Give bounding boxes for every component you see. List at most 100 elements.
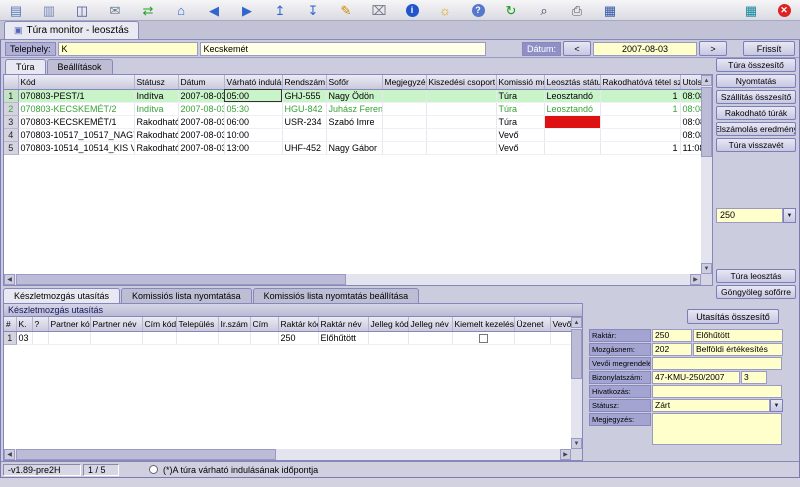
cell[interactable]: 1 (600, 89, 680, 102)
edit-icon[interactable]: ✎ (336, 2, 356, 19)
column-header[interactable]: K. (16, 317, 32, 331)
home-icon[interactable]: ⌂ (171, 2, 191, 19)
column-header[interactable]: # (4, 317, 16, 331)
cell[interactable] (426, 128, 496, 141)
column-header[interactable]: Partner név (90, 317, 142, 331)
column-header[interactable]: Kód (18, 75, 134, 89)
side-button-túra-visszavét[interactable]: Túra visszavét (716, 138, 796, 152)
cell[interactable]: Indítva (134, 102, 178, 115)
cell[interactable]: Vevő (496, 128, 544, 141)
checkbox[interactable] (479, 334, 488, 343)
column-header[interactable]: Leosztás státusz (544, 75, 600, 89)
scroll-up-icon[interactable]: ▲ (571, 317, 582, 328)
back-icon[interactable]: ◀ (204, 2, 224, 19)
detail-field[interactable]: 250 (652, 329, 692, 342)
info-icon[interactable]: i (402, 2, 422, 19)
table-icon[interactable]: ▦ (741, 2, 761, 19)
column-header[interactable]: Üzenet (514, 317, 550, 331)
cell[interactable]: Szabó Imre (326, 115, 382, 128)
detail-field[interactable] (652, 385, 782, 398)
hscroll-thumb[interactable] (16, 449, 276, 460)
telephely-name-input[interactable]: Kecskemét (200, 42, 486, 56)
column-header[interactable]: Partner kód (48, 317, 90, 331)
cell[interactable] (90, 331, 142, 344)
cell[interactable]: Rakodható (134, 128, 178, 141)
transfer-icon[interactable]: ⇄ (138, 2, 158, 19)
cell[interactable]: 070803-KECSKEMÉT/2 (18, 102, 134, 115)
cell[interactable]: 070803-PEST/1 (18, 89, 134, 102)
cell[interactable] (142, 331, 176, 344)
cell[interactable]: 070803-10514_10514_KIS VIRÁG/1 (18, 141, 134, 154)
cell[interactable]: 070803-KECSKEMÉT/1 (18, 115, 134, 128)
cell[interactable] (600, 115, 680, 128)
column-header[interactable]: Sofőr (326, 75, 382, 89)
date-next-button[interactable]: > (699, 41, 727, 56)
cell[interactable]: 08:08 (680, 128, 701, 141)
cell[interactable]: Rakodható (134, 141, 178, 154)
column-header[interactable]: Rendszám (282, 75, 326, 89)
column-header[interactable]: Cím (250, 317, 278, 331)
column-header[interactable]: Komissió mód (496, 75, 544, 89)
cell[interactable] (426, 102, 496, 115)
cell[interactable] (382, 128, 426, 141)
cell[interactable]: Indítva (134, 89, 178, 102)
save-icon[interactable]: ◫ (72, 2, 92, 19)
help-icon[interactable]: ? (468, 2, 488, 19)
scroll-right-icon[interactable]: ▶ (560, 449, 571, 460)
column-header[interactable]: Raktár kód (278, 317, 318, 331)
cell[interactable] (176, 331, 218, 344)
cell[interactable] (550, 331, 571, 344)
print-icon[interactable]: ⎙ (567, 2, 587, 19)
row-number[interactable]: 2 (4, 102, 18, 115)
cell[interactable] (382, 102, 426, 115)
date-prev-button[interactable]: < (563, 41, 591, 56)
tab-tura[interactable]: Túra (5, 59, 46, 74)
cell[interactable] (544, 128, 600, 141)
cell[interactable] (368, 331, 408, 344)
cell[interactable]: 2007-08-03 (178, 102, 224, 115)
cell[interactable]: 11:08 (680, 141, 701, 154)
cell[interactable] (282, 128, 326, 141)
instruction-summary-button[interactable]: Utasítás összesítő (687, 309, 779, 324)
date-input[interactable]: 2007-08-03 (593, 42, 697, 56)
cell[interactable] (48, 331, 90, 344)
column-header[interactable]: Vevői megrend (550, 317, 571, 331)
cell[interactable] (218, 331, 250, 344)
open-icon[interactable]: ▥ (39, 2, 59, 19)
column-header[interactable]: Ir.szám (218, 317, 250, 331)
cell[interactable]: 03 (16, 331, 32, 344)
cell[interactable] (382, 115, 426, 128)
cell[interactable]: 13:00 (224, 141, 282, 154)
refresh-button[interactable]: Frissít (743, 41, 795, 56)
cell[interactable] (382, 89, 426, 102)
cell[interactable] (514, 331, 550, 344)
column-header[interactable] (4, 75, 18, 89)
scroll-right-icon[interactable]: ▶ (690, 274, 701, 285)
detail-field[interactable]: Előhűtött (693, 329, 783, 342)
cell[interactable]: 2007-08-03 (178, 141, 224, 154)
cell[interactable] (32, 331, 48, 344)
window-tab-tura-monitor[interactable]: ▣ Túra monitor - leosztás (4, 21, 139, 39)
cell[interactable] (326, 128, 382, 141)
cell[interactable]: 1 (600, 141, 680, 154)
cell[interactable]: Rakodható (134, 115, 178, 128)
chevron-down-icon[interactable]: ▼ (770, 399, 783, 412)
hscroll-thumb[interactable] (16, 274, 346, 285)
column-header[interactable]: Cím kód (142, 317, 176, 331)
cell[interactable]: Előhűtött (318, 331, 368, 344)
cell[interactable]: 05:00 (224, 89, 282, 102)
tour-grid-vscrollbar[interactable]: ▲ ▼ (701, 75, 712, 274)
scroll-left-icon[interactable]: ◀ (4, 449, 15, 460)
side-dropdown[interactable]: 250 ▼ (716, 208, 796, 223)
bulb-icon[interactable]: ☼ (435, 2, 455, 19)
column-header[interactable]: Státusz (134, 75, 178, 89)
column-header[interactable]: Dátum (178, 75, 224, 89)
cell[interactable]: 08:08 (680, 89, 701, 102)
scroll-up-icon[interactable]: ▲ (701, 75, 712, 86)
cell[interactable]: 2007-08-03 (178, 128, 224, 141)
column-header[interactable]: Kiemelt kezelés? (452, 317, 514, 331)
cell[interactable] (382, 141, 426, 154)
cell[interactable]: 08:08 (680, 102, 701, 115)
cell[interactable]: 08:08 (680, 115, 701, 128)
cell[interactable]: 1 (600, 102, 680, 115)
